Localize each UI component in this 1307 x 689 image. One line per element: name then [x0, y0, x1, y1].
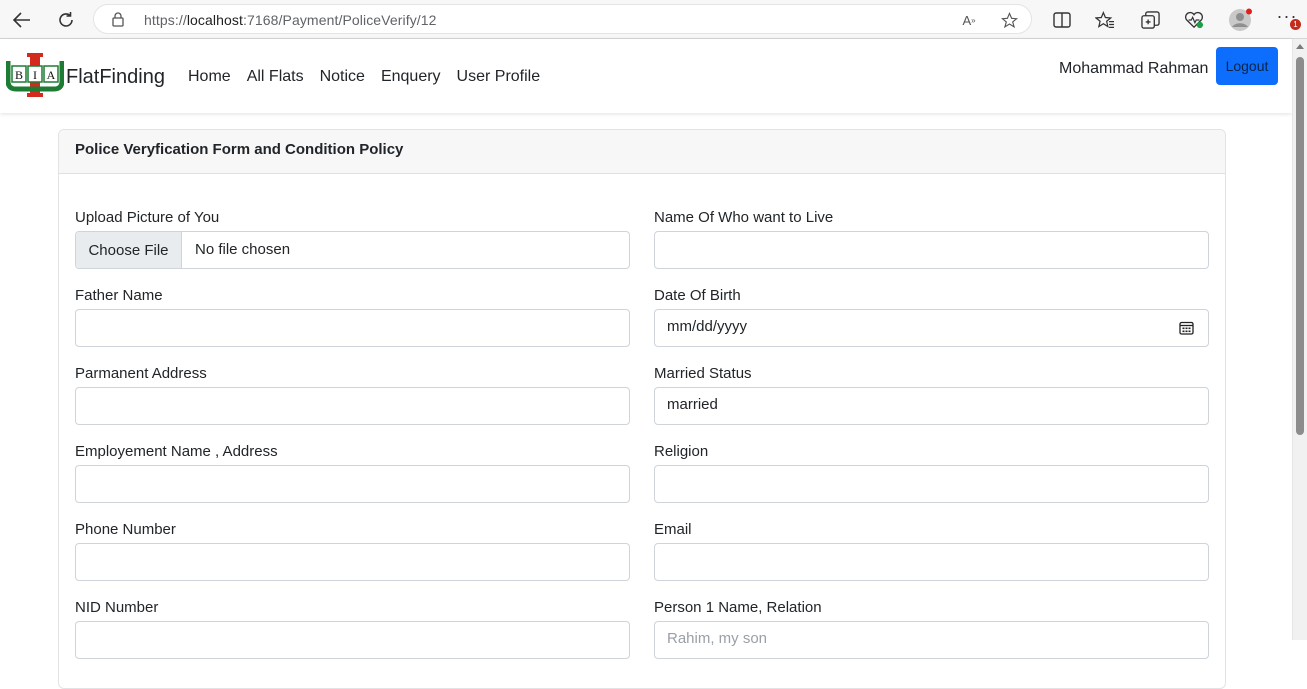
svg-text:I: I — [33, 68, 37, 82]
upload-picture-input[interactable]: Choose File No file chosen — [75, 231, 630, 269]
main-nav: Home All Flats Notice Enquery User Profi… — [188, 68, 556, 86]
favorite-star-icon[interactable] — [1000, 11, 1018, 29]
police-verification-card: Police Veryfication Form and Condition P… — [58, 129, 1226, 689]
email-label: Email — [654, 521, 692, 538]
profile-avatar-icon[interactable] — [1227, 7, 1253, 33]
name-live-input[interactable] — [654, 231, 1209, 269]
married-status-input[interactable]: married — [654, 387, 1209, 425]
card-title: Police Veryfication Form and Condition P… — [59, 130, 1225, 174]
phone-field: Phone Number — [75, 521, 630, 581]
religion-label: Religion — [654, 443, 709, 460]
notification-badge: 1 — [1290, 19, 1301, 30]
scroll-up-arrow-icon[interactable] — [1296, 44, 1304, 49]
favorites-icon[interactable] — [1092, 7, 1118, 33]
father-name-field: Father Name — [75, 287, 630, 347]
user-name: Mohammad Rahman — [1059, 60, 1209, 77]
nav-link-home[interactable]: Home — [188, 68, 231, 86]
upload-picture-field: Upload Picture of You Choose File No fil… — [75, 209, 630, 269]
dob-field: Date Of Birth mm/dd/yyyy — [654, 287, 1209, 347]
nav-link-enquery[interactable]: Enquery — [381, 68, 441, 86]
more-options-icon[interactable]: ··· 1 — [1274, 6, 1301, 33]
logout-button[interactable]: Logout — [1216, 47, 1278, 85]
father-name-label: Father Name — [75, 287, 163, 304]
email-input[interactable] — [654, 543, 1209, 581]
permanent-address-label: Parmanent Address — [75, 365, 207, 382]
religion-input[interactable] — [654, 465, 1209, 503]
address-bar[interactable]: https://localhost:7168/Payment/PoliceVer… — [93, 4, 1032, 34]
url-text: https://localhost:7168/Payment/PoliceVer… — [144, 12, 437, 28]
email-field: Email — [654, 521, 1209, 581]
nav-link-all-flats[interactable]: All Flats — [247, 68, 304, 86]
nid-input[interactable] — [75, 621, 630, 659]
married-status-label: Married Status — [654, 365, 752, 382]
file-status-text: No file chosen — [195, 241, 291, 258]
read-aloud-icon[interactable]: A» — [960, 11, 978, 29]
flatfinding-logo[interactable]: B I A — [5, 53, 65, 97]
split-screen-icon[interactable] — [1049, 7, 1075, 33]
phone-label: Phone Number — [75, 521, 176, 538]
permanent-address-field: Parmanent Address — [75, 365, 630, 425]
nid-label: NID Number — [75, 599, 159, 616]
father-name-input[interactable] — [75, 309, 630, 347]
married-status-field: Married Status married — [654, 365, 1209, 425]
browser-essentials-icon[interactable] — [1181, 7, 1207, 33]
person1-field: Person 1 Name, Relation Rahim, my son — [654, 599, 1209, 659]
page-scrollbar[interactable] — [1292, 39, 1307, 640]
employment-input[interactable] — [75, 465, 630, 503]
svg-text:A: A — [47, 68, 56, 82]
lock-icon[interactable] — [112, 12, 124, 32]
browser-toolbar: https://localhost:7168/Payment/PoliceVer… — [0, 0, 1307, 39]
nid-field: NID Number — [75, 599, 630, 659]
refresh-icon[interactable] — [52, 6, 80, 34]
dob-input[interactable]: mm/dd/yyyy — [654, 309, 1209, 347]
permanent-address-input[interactable] — [75, 387, 630, 425]
page-viewport: B I A FlatFinding Home All Flats Notice … — [0, 39, 1292, 689]
svg-text:B: B — [15, 68, 23, 82]
employment-field: Employement Name , Address — [75, 443, 630, 503]
calendar-icon[interactable] — [1179, 321, 1194, 339]
nav-link-user-profile[interactable]: User Profile — [457, 68, 541, 86]
nav-link-notice[interactable]: Notice — [320, 68, 365, 86]
name-live-field: Name Of Who want to Live — [654, 209, 1209, 269]
site-navbar: B I A FlatFinding Home All Flats Notice … — [0, 39, 1292, 113]
phone-input[interactable] — [75, 543, 630, 581]
dob-label: Date Of Birth — [654, 287, 741, 304]
upload-picture-label: Upload Picture of You — [75, 209, 220, 226]
choose-file-button[interactable]: Choose File — [76, 232, 182, 268]
person1-input[interactable]: Rahim, my son — [654, 621, 1209, 659]
name-live-label: Name Of Who want to Live — [654, 209, 834, 226]
religion-field: Religion — [654, 443, 1209, 503]
person1-label: Person 1 Name, Relation — [654, 599, 822, 616]
back-arrow-icon[interactable] — [8, 6, 36, 34]
collections-icon[interactable] — [1137, 7, 1163, 33]
scroll-thumb[interactable] — [1296, 57, 1304, 435]
brand-name[interactable]: FlatFinding — [66, 66, 165, 89]
employment-label: Employement Name , Address — [75, 443, 278, 460]
dob-value: mm/dd/yyyy — [667, 318, 748, 335]
